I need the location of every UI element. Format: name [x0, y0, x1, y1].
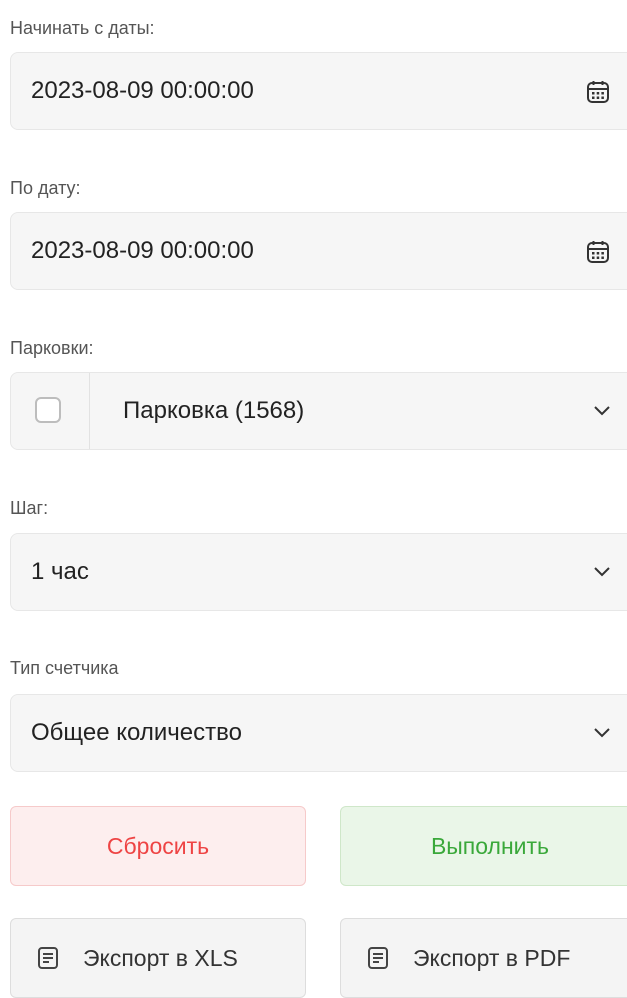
from-date-value[interactable]: 2023-08-09 00:00:00 [31, 53, 254, 129]
to-date-field[interactable]: 2023-08-09 00:00:00 [10, 212, 627, 290]
document-icon [368, 947, 388, 969]
reset-button[interactable]: Сбросить [10, 806, 306, 886]
from-date-field[interactable]: 2023-08-09 00:00:00 [10, 52, 627, 130]
parkings-value[interactable]: Парковка (1568) [123, 373, 304, 449]
to-date-value[interactable]: 2023-08-09 00:00:00 [31, 213, 254, 289]
to-date-label: По дату: [10, 178, 81, 198]
parkings-label: Парковки: [10, 338, 94, 358]
counter-type-value[interactable]: Общее количество [31, 695, 242, 771]
parkings-checkbox[interactable] [35, 397, 61, 423]
calendar-icon[interactable] [585, 239, 611, 265]
chevron-down-icon[interactable] [589, 558, 615, 584]
run-button[interactable]: Выполнить [340, 806, 627, 886]
chevron-down-icon[interactable] [589, 719, 615, 745]
export-pdf-button[interactable]: Экспорт в PDF [340, 918, 627, 998]
parkings-checkbox-cell[interactable] [11, 373, 90, 449]
chevron-down-icon[interactable] [589, 397, 615, 423]
counter-type-label: Тип счетчика [10, 658, 119, 678]
calendar-icon[interactable] [585, 79, 611, 105]
step-value[interactable]: 1 час [31, 534, 89, 610]
step-label: Шаг: [10, 498, 49, 518]
parkings-select[interactable]: Парковка (1568) [10, 372, 627, 450]
counter-type-select[interactable]: Общее количество [10, 694, 627, 772]
export-pdf-label: Экспорт в PDF [413, 944, 571, 971]
step-select[interactable]: 1 час [10, 533, 627, 611]
export-xls-button[interactable]: Экспорт в XLS [10, 918, 306, 998]
from-date-label: Начинать с даты: [10, 18, 155, 38]
document-icon [38, 947, 58, 969]
export-xls-label: Экспорт в XLS [83, 944, 238, 971]
